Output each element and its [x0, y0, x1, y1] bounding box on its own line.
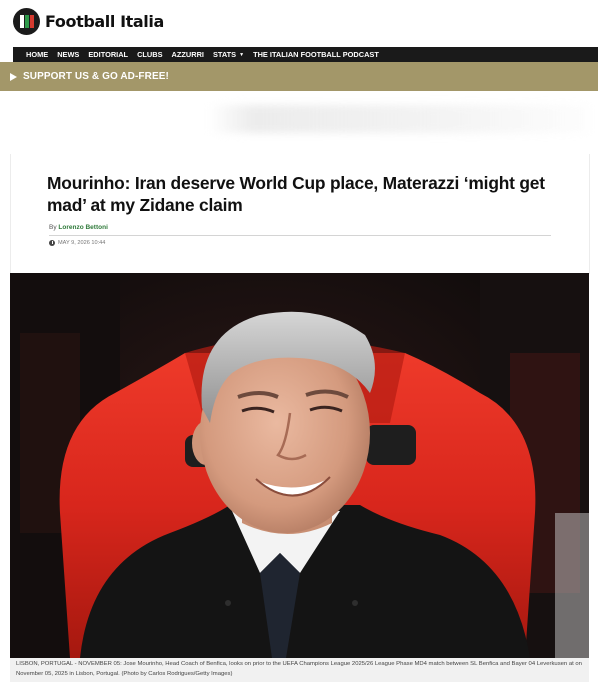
play-arrow-icon: [10, 72, 17, 81]
publish-date-text: MAY 9, 2026 10:44: [58, 240, 106, 246]
nav-item-news[interactable]: NEWS: [57, 50, 79, 59]
football-italia-logo-icon: [13, 8, 40, 35]
caret-down-icon: ▼: [239, 51, 245, 58]
nav-item-podcast[interactable]: THE ITALIAN FOOTBALL PODCAST: [253, 50, 379, 59]
site-header: Football Italia: [0, 0, 598, 46]
divider: [49, 235, 551, 236]
site-logo[interactable]: Football Italia: [13, 8, 164, 35]
blurred-ad-strip: [0, 91, 598, 153]
article-header: Mourinho: Iran deserve World Cup place, …: [10, 154, 590, 274]
article-photo[interactable]: [10, 273, 589, 658]
main-nav: HOME NEWS EDITORIAL CLUBS AZZURRI STATS …: [13, 47, 598, 62]
support-banner[interactable]: SUPPORT US & GO AD-FREE!: [0, 62, 598, 91]
byline-by-label: By: [49, 224, 57, 231]
byline: By Lorenzo Bettoni: [49, 224, 108, 231]
article-headline: Mourinho: Iran deserve World Cup place, …: [47, 173, 545, 215]
nav-item-editorial[interactable]: EDITORIAL: [88, 50, 128, 59]
nav-item-stats-label: STATS: [212, 50, 237, 59]
nav-item-azzurri[interactable]: AZZURRI: [172, 50, 204, 59]
author-link[interactable]: Lorenzo Bettoni: [58, 224, 107, 231]
site-name: Football Italia: [45, 12, 164, 31]
nav-item-stats[interactable]: STATS ▼: [213, 50, 244, 59]
image-caption: LISBON, PORTUGAL - NOVEMBER 05: Jose Mou…: [10, 658, 589, 682]
publish-date: MAY 9, 2026 10:44: [49, 240, 105, 246]
clock-icon: [49, 240, 55, 246]
nav-item-home[interactable]: HOME: [26, 50, 48, 59]
support-banner-label: SUPPORT US & GO AD-FREE!: [23, 71, 169, 82]
nav-item-clubs[interactable]: CLUBS: [137, 50, 162, 59]
